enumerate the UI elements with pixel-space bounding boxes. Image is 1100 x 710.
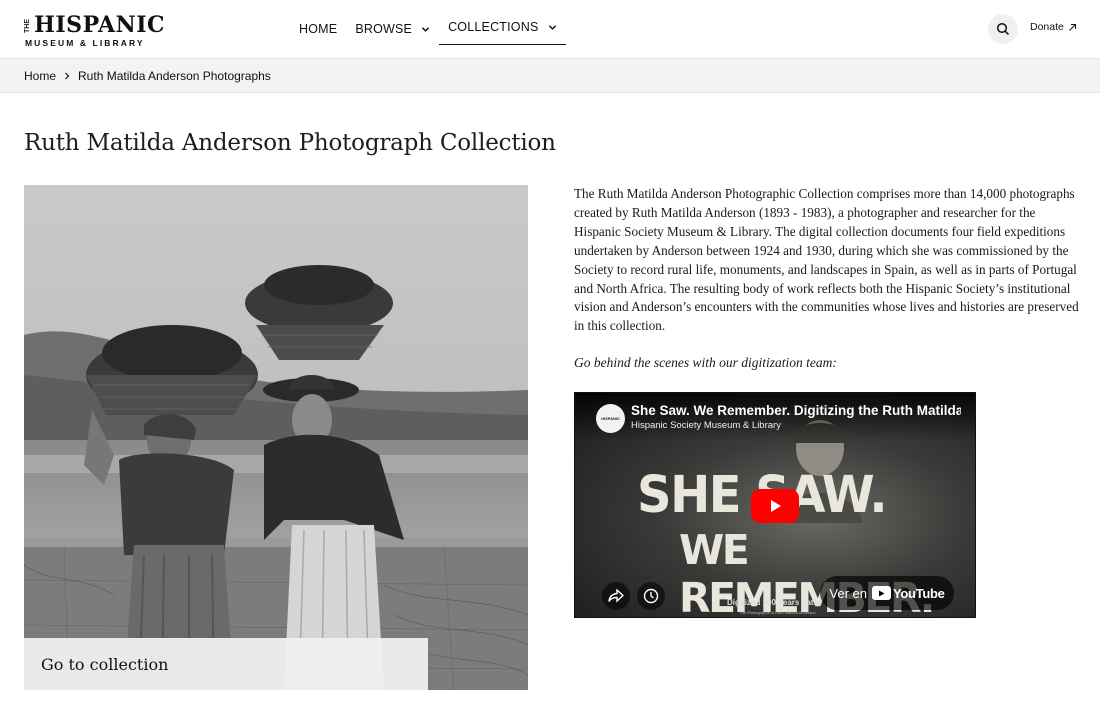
chevron-down-icon [548, 24, 556, 30]
breadcrumb: Home Ruth Matilda Anderson Photographs [0, 58, 1100, 93]
nav-home-label: HOME [299, 22, 338, 36]
search-button[interactable] [988, 14, 1018, 44]
breadcrumb-current: Ruth Matilda Anderson Photographs [78, 68, 271, 83]
donate-label: Donate [1030, 21, 1064, 33]
donate-link[interactable]: Donate [1030, 21, 1077, 33]
channel-logo[interactable]: HISPANIC [596, 404, 625, 433]
watch-later-button[interactable] [637, 582, 665, 610]
chevron-down-icon [421, 26, 430, 32]
search-icon [996, 22, 1010, 36]
nav-home[interactable]: HOME [290, 0, 346, 58]
watch-on-label: Ver en [829, 585, 867, 601]
nav-browse[interactable]: BROWSE [346, 0, 439, 58]
chevron-right-icon [65, 72, 70, 79]
watch-on-youtube-button[interactable]: Ver en YouTube [820, 576, 954, 610]
breadcrumb-home[interactable]: Home [24, 69, 56, 83]
logo-subtitle: MUSEUM & LIBRARY [25, 38, 145, 48]
video-title[interactable]: She Saw. We Remember. Digitizing the Rut… [631, 403, 961, 418]
external-arrow-icon [1069, 23, 1076, 31]
youtube-wordmark: YouTube [893, 585, 945, 601]
share-icon [608, 589, 624, 603]
collection-description: The Ruth Matilda Anderson Photographic C… [574, 186, 1079, 334]
play-icon [771, 500, 781, 512]
share-button[interactable] [602, 582, 630, 610]
behind-scenes-text: Go behind the scenes with our digitizati… [574, 355, 837, 370]
video-digitized-subcaption: The Photographs of Ruth Matilda Anderson [739, 610, 816, 615]
photo-image [24, 185, 528, 690]
nav-browse-label: BROWSE [355, 22, 413, 36]
site-header: THE HISPANIC MUSEUM & LIBRARY HOME BROWS… [0, 0, 1100, 58]
collection-photo[interactable]: Go to collection [24, 185, 528, 690]
clock-icon [643, 588, 659, 604]
page-title: Ruth Matilda Anderson Photograph Collect… [24, 130, 556, 156]
youtube-video-embed[interactable]: HISPANIC She Saw. We Remember. Digitizin… [574, 392, 976, 618]
site-logo[interactable]: THE HISPANIC MUSEUM & LIBRARY [24, 12, 165, 48]
logo-name: HISPANIC [34, 12, 165, 38]
youtube-play-icon [872, 586, 891, 600]
main-nav: HOME BROWSE COLLECTIONS [290, 0, 566, 58]
play-button[interactable] [751, 489, 799, 523]
video-channel: Hispanic Society Museum & Library [631, 420, 781, 431]
youtube-logo: YouTube [872, 586, 945, 601]
nav-collections[interactable]: COLLECTIONS [439, 0, 566, 58]
nav-collections-label: COLLECTIONS [448, 20, 539, 34]
go-to-collection-button[interactable]: Go to collection [24, 638, 428, 690]
logo-top: THE HISPANIC [24, 12, 165, 38]
logo-the: THE [24, 19, 31, 33]
video-digitized-caption: Digitized 100 Years Later [727, 598, 822, 607]
